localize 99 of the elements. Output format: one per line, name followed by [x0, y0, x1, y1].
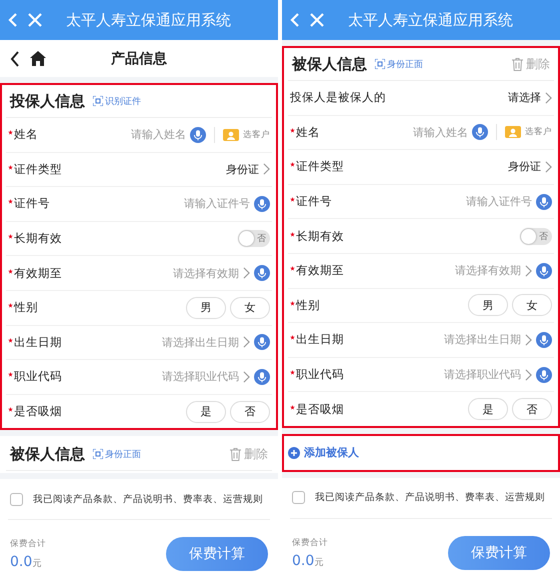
option-button[interactable]: 男: [186, 296, 226, 319]
picker-value[interactable]: 身份证: [226, 162, 259, 177]
text-field[interactable]: 请输入证件号: [54, 197, 250, 210]
total-amount: 0.0: [10, 554, 32, 570]
person-icon: [223, 128, 239, 141]
checkbox[interactable]: [292, 491, 305, 504]
field-label: 性别: [14, 300, 38, 316]
chevron-icon: [545, 92, 552, 104]
field-label: 姓名: [14, 127, 38, 142]
select-customer-button[interactable]: 选客户: [223, 128, 270, 141]
delete-button[interactable]: 删除: [512, 56, 550, 72]
currency-unit: 元: [314, 556, 324, 569]
toggle-switch[interactable]: 否: [238, 230, 270, 248]
add-insured-button[interactable]: 添加被保人: [288, 445, 359, 460]
field-label: 姓名: [296, 124, 320, 140]
close-icon[interactable]: [310, 13, 324, 27]
section-title: 投保人信息: [10, 92, 85, 110]
text-field[interactable]: 请输入证件号: [336, 195, 532, 208]
microphone-icon[interactable]: [536, 366, 552, 383]
picker-field[interactable]: 请选择有效期: [348, 264, 521, 278]
field-label: 证件类型: [296, 159, 344, 174]
agreement-text: 我已阅读产品条款、产品说明书、费率表、运营规则: [315, 491, 545, 504]
field-label: 证件号: [14, 196, 50, 212]
chevron-icon: [263, 163, 270, 176]
delete-button[interactable]: 删除: [230, 446, 268, 463]
microphone-icon[interactable]: [536, 262, 552, 279]
option-button[interactable]: 是: [468, 398, 508, 420]
section-title: 被保人信息: [10, 444, 85, 464]
microphone-icon[interactable]: [254, 196, 270, 212]
section-title: 被保人信息: [292, 54, 367, 74]
chevron-icon: [243, 336, 250, 348]
field-label: 长期有效: [14, 231, 62, 246]
option-button[interactable]: 女: [230, 296, 270, 319]
person-icon: [505, 126, 521, 138]
scan-link[interactable]: 识别证件: [93, 94, 141, 108]
option-button[interactable]: 否: [230, 400, 270, 423]
chevron-icon: [525, 334, 532, 346]
option-button[interactable]: 女: [512, 294, 552, 316]
chevron-icon: [243, 370, 250, 383]
agreement-text: 我已阅读产品条款、产品说明书、费率表、运营规则: [33, 492, 263, 506]
scan-icon: [375, 59, 385, 69]
total-amount: 0.0: [292, 552, 314, 569]
microphone-icon[interactable]: [254, 265, 270, 282]
chevron-icon: [525, 368, 532, 381]
total-label: 保费合计: [292, 536, 328, 549]
field-label: 是否吸烟: [14, 404, 62, 420]
microphone-icon[interactable]: [190, 126, 206, 143]
microphone-icon[interactable]: [254, 368, 270, 385]
field-label: 职业代码: [14, 369, 62, 384]
picker-field[interactable]: 请选择职业代码: [66, 370, 239, 384]
back-icon[interactable]: [10, 50, 20, 66]
field-label: 投保人是被保人的: [290, 90, 386, 106]
picker-value[interactable]: 请选择: [508, 90, 541, 106]
checkbox[interactable]: [10, 492, 23, 506]
trash-icon: [512, 58, 523, 70]
total-label: 保费合计: [10, 538, 46, 550]
scan-link[interactable]: 身份正面: [93, 448, 141, 461]
picker-value[interactable]: 身份证: [508, 159, 541, 174]
currency-unit: 元: [32, 558, 42, 570]
field-label: 证件号: [296, 194, 332, 210]
scan-icon: [93, 96, 103, 106]
picker-field[interactable]: 请选择出生日期: [66, 336, 239, 349]
field-label: 出生日期: [14, 334, 62, 350]
app-title: 太平人寿立保通应用系统: [348, 10, 513, 30]
microphone-icon[interactable]: [536, 194, 552, 210]
option-button[interactable]: 男: [468, 294, 508, 316]
microphone-icon[interactable]: [536, 332, 552, 348]
field-label: 性别: [296, 298, 320, 313]
field-label: 证件类型: [14, 162, 62, 177]
select-customer-button[interactable]: 选客户: [505, 126, 552, 138]
text-field[interactable]: 请输入姓名: [324, 126, 468, 139]
home-icon[interactable]: [30, 51, 46, 66]
text-field[interactable]: 请输入姓名: [42, 128, 186, 142]
trash-icon: [230, 448, 241, 461]
option-button[interactable]: 是: [186, 400, 226, 423]
scan-icon: [93, 449, 103, 460]
chevron-icon: [243, 267, 250, 280]
app-title: 太平人寿立保通应用系统: [66, 10, 231, 30]
field-label: 有效期至: [14, 266, 62, 281]
microphone-icon[interactable]: [254, 334, 270, 350]
plus-icon: [288, 446, 300, 459]
field-label: 长期有效: [296, 228, 344, 244]
calculate-button[interactable]: 保费计算: [166, 536, 268, 571]
toggle-switch[interactable]: 否: [520, 228, 552, 245]
scan-link[interactable]: 身份正面: [375, 58, 423, 70]
chevron-icon: [525, 264, 532, 277]
page-title: 产品信息: [111, 50, 167, 68]
picker-field[interactable]: 请选择出生日期: [348, 333, 521, 346]
chevron-icon: [545, 160, 552, 173]
calculate-button[interactable]: 保费计算: [448, 536, 550, 570]
field-label: 是否吸烟: [296, 402, 344, 417]
close-icon[interactable]: [28, 13, 42, 27]
field-label: 有效期至: [296, 263, 344, 278]
field-label: 职业代码: [296, 367, 344, 382]
picker-field[interactable]: 请选择职业代码: [348, 368, 521, 382]
field-label: 出生日期: [296, 332, 344, 348]
option-button[interactable]: 否: [512, 398, 552, 420]
picker-field[interactable]: 请选择有效期: [66, 266, 239, 280]
microphone-icon[interactable]: [472, 124, 488, 140]
